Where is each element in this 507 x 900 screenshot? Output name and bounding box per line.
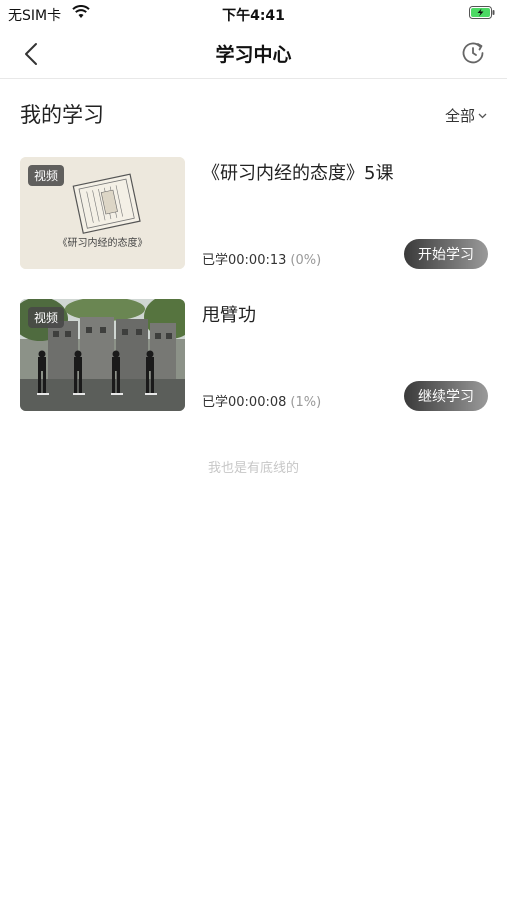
study-progress: 已学00:00:13 (0%) <box>202 249 321 268</box>
study-progress: 已学00:00:08 (1%) <box>202 391 321 410</box>
course-thumbnail[interactable]: 视频 《研习内经的态度》 <box>20 157 185 269</box>
progress-percent: (1%) <box>290 395 322 410</box>
end-of-list-note: 我也是有底线的 <box>207 461 299 476</box>
progress-percent: (0%) <box>290 253 322 268</box>
thumbnail-caption: 《研习内经的态度》 <box>57 238 148 249</box>
page-title: 学习中心 <box>215 44 292 66</box>
continue-study-button[interactable]: 继续学习 <box>404 381 488 411</box>
filter-label: 全部 <box>444 107 475 125</box>
start-study-button[interactable]: 开始学习 <box>404 239 488 269</box>
course-title[interactable]: 甩臂功 <box>202 301 256 327</box>
history-button[interactable] <box>459 39 487 67</box>
course-title[interactable]: 《研习内经的态度》5课 <box>202 159 393 185</box>
status-bar: 无SIM卡 下午4:41 <box>0 0 507 28</box>
video-tag: 视频 <box>28 307 65 328</box>
status-time: 下午4:41 <box>222 8 285 24</box>
course-item[interactable]: 视频 《研习内经的态度》 《研习内经的态度》5课 已学00:00:13 (0%) … <box>20 157 488 269</box>
nav-bar: 学习中心 <box>0 28 507 79</box>
studied-time: 已学00:00:13 <box>202 253 287 268</box>
video-tag: 视频 <box>28 165 65 186</box>
refresh-history-icon <box>462 42 484 64</box>
studied-time: 已学00:00:08 <box>202 395 287 410</box>
section-title: 我的学习 <box>20 103 104 127</box>
battery-charging-icon <box>469 6 495 19</box>
chevron-down-icon <box>478 113 487 118</box>
course-item[interactable]: 视频 甩臂功 已学00:00:08 (1%) 继续学习 <box>20 299 488 411</box>
filter-dropdown[interactable]: 全部 <box>445 105 487 126</box>
course-thumbnail[interactable]: 视频 <box>20 299 185 411</box>
